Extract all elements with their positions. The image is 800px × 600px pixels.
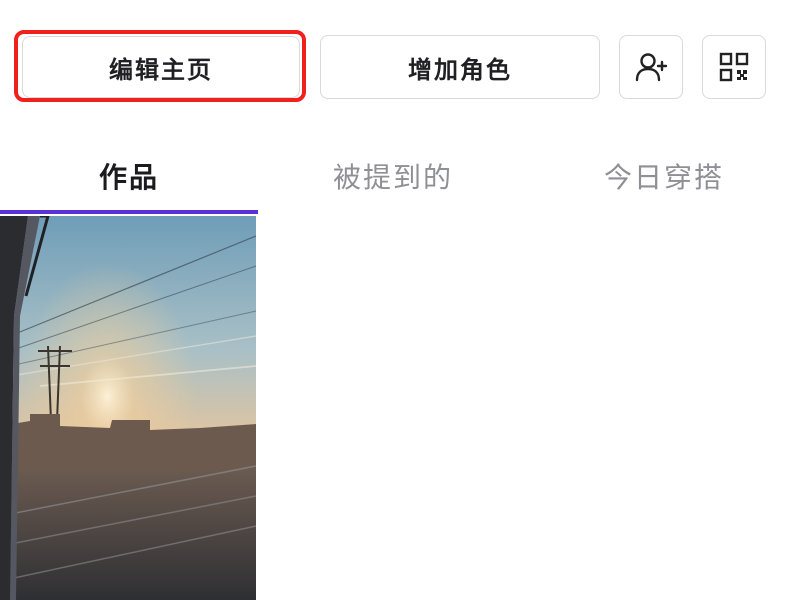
add-role-label: 增加角色: [408, 55, 512, 84]
tab-mentioned-label: 被提到的: [332, 161, 453, 194]
tab-mentioned[interactable]: 被提到的: [258, 140, 528, 212]
tab-outfit-label: 今日穿搭: [603, 161, 724, 194]
tab-works[interactable]: 作品: [0, 140, 258, 212]
work-thumbnail[interactable]: [0, 216, 256, 600]
active-tab-indicator: [0, 210, 258, 214]
edit-profile-button[interactable]: 编辑主页: [22, 36, 300, 98]
content-tabs: 作品 被提到的 今日穿搭: [0, 140, 800, 216]
add-friend-button[interactable]: [619, 35, 683, 99]
qr-code-button[interactable]: [702, 35, 766, 99]
profile-page: 编辑主页 增加角色 作品 被提到的 今日穿搭: [0, 0, 800, 600]
edit-profile-label: 编辑主页: [109, 55, 213, 84]
tab-todays-outfit[interactable]: 今日穿搭: [528, 140, 800, 212]
add-user-icon: [635, 53, 668, 82]
tab-works-label: 作品: [98, 161, 159, 194]
add-role-button[interactable]: 增加角色: [320, 35, 600, 99]
train-window-photo: [0, 216, 256, 600]
qr-code-icon: [719, 52, 749, 82]
